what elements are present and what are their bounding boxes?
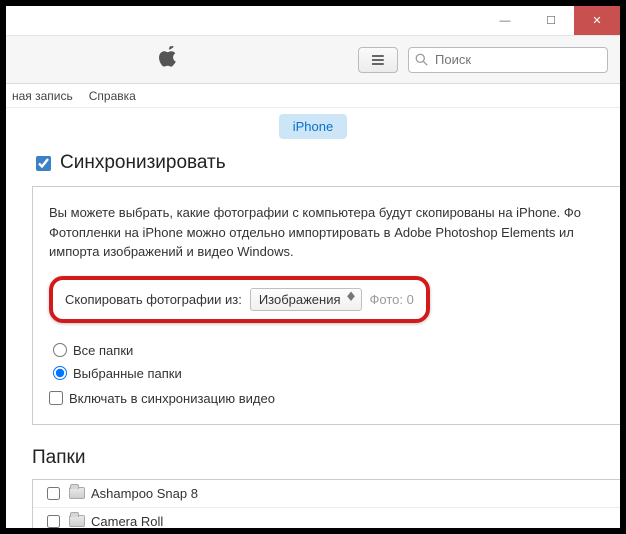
view-list-button[interactable] bbox=[358, 47, 398, 73]
radio-all-input[interactable] bbox=[53, 343, 67, 357]
app-window: — ☐ ✕ ная запись Справка iPhone Синхрони… bbox=[6, 6, 620, 528]
folder-icon bbox=[69, 515, 85, 527]
apple-logo-icon bbox=[158, 46, 178, 73]
menu-account[interactable]: ная запись bbox=[12, 89, 73, 103]
copy-source-highlight: Скопировать фотографии из: Изображения Ф… bbox=[49, 276, 430, 323]
maximize-button[interactable]: ☐ bbox=[528, 6, 574, 35]
folder-mode-group: Все папки Выбранные папки bbox=[53, 343, 605, 381]
folder-icon bbox=[69, 487, 85, 499]
include-video-checkbox[interactable] bbox=[49, 391, 63, 405]
folder-row[interactable]: Camera Roll bbox=[33, 508, 620, 529]
content-area: Синхронизировать Вы можете выбрать, каки… bbox=[6, 144, 620, 528]
folder-name: Camera Roll bbox=[91, 514, 163, 529]
folder-row[interactable]: Ashampoo Snap 8 bbox=[33, 480, 620, 508]
tab-iphone[interactable]: iPhone bbox=[279, 114, 347, 139]
folder-list: Ashampoo Snap 8 Camera Roll Saved Pictur… bbox=[32, 479, 620, 529]
sync-checkbox[interactable] bbox=[36, 156, 51, 171]
search-icon bbox=[415, 53, 428, 66]
toolbar bbox=[6, 36, 620, 84]
tab-row: iPhone bbox=[6, 108, 620, 144]
copy-source-select[interactable]: Изображения bbox=[250, 288, 362, 311]
radio-selected-folders[interactable]: Выбранные папки bbox=[53, 366, 605, 381]
radio-all-label: Все папки bbox=[73, 343, 133, 358]
copy-source-label: Скопировать фотографии из: bbox=[65, 292, 242, 307]
folder-checkbox[interactable] bbox=[47, 487, 60, 500]
search-box[interactable] bbox=[408, 47, 608, 73]
sync-heading[interactable]: Синхронизировать bbox=[32, 152, 620, 174]
folder-checkbox[interactable] bbox=[47, 515, 60, 528]
sync-description: Вы можете выбрать, какие фотографии с ко… bbox=[49, 203, 605, 262]
list-icon bbox=[372, 55, 384, 65]
radio-selected-label: Выбранные папки bbox=[73, 366, 182, 381]
sync-panel: Вы можете выбрать, какие фотографии с ко… bbox=[32, 186, 620, 425]
radio-all-folders[interactable]: Все папки bbox=[53, 343, 605, 358]
photo-count: Фото: 0 bbox=[370, 292, 414, 307]
menu-help[interactable]: Справка bbox=[89, 89, 136, 103]
folder-name: Ashampoo Snap 8 bbox=[91, 486, 198, 501]
titlebar: — ☐ ✕ bbox=[6, 6, 620, 36]
minimize-button[interactable]: — bbox=[482, 6, 528, 35]
include-video-row[interactable]: Включать в синхронизацию видео bbox=[49, 391, 605, 406]
menubar: ная запись Справка bbox=[6, 84, 620, 108]
close-button[interactable]: ✕ bbox=[574, 6, 620, 35]
include-video-label: Включать в синхронизацию видео bbox=[69, 391, 275, 406]
search-input[interactable] bbox=[433, 51, 601, 68]
sync-heading-label: Синхронизировать bbox=[60, 152, 226, 174]
radio-selected-input[interactable] bbox=[53, 366, 67, 380]
folders-heading: Папки bbox=[32, 447, 620, 469]
